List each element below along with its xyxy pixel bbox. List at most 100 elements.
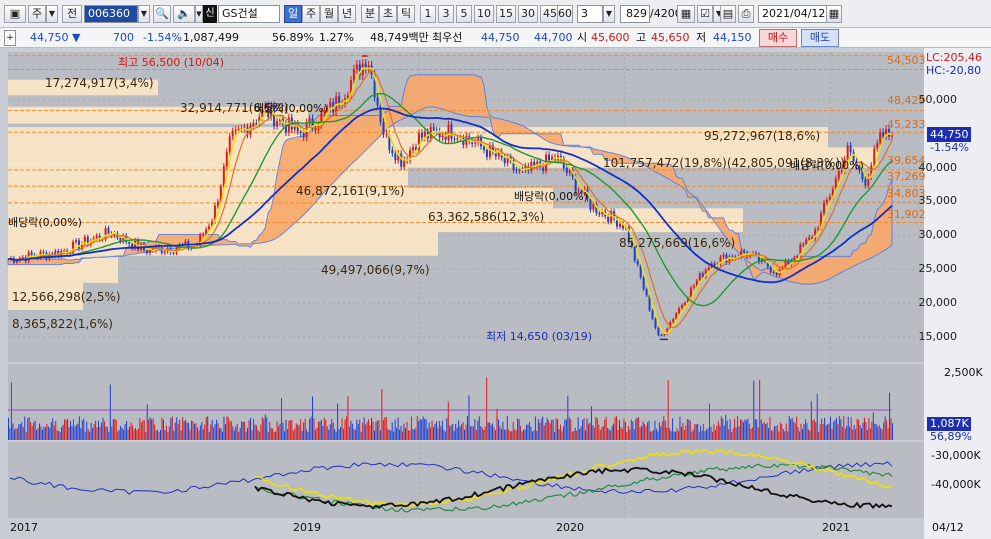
interval-1[interactable]: 1 bbox=[420, 5, 436, 23]
candle-body bbox=[483, 146, 485, 150]
vp-label-10: 8,365,822(1,6%) bbox=[12, 317, 113, 331]
high-label: 고 bbox=[636, 31, 647, 44]
checkbox-icon[interactable]: ☑ bbox=[697, 5, 713, 23]
interval-5[interactable]: 5 bbox=[456, 5, 472, 23]
volume-bar bbox=[543, 425, 545, 440]
vp-label-8: 49,497,066(9,7%) bbox=[321, 263, 430, 277]
volume-bar bbox=[379, 430, 381, 440]
candle-body bbox=[302, 133, 305, 138]
volume-bar bbox=[409, 430, 411, 440]
candle-body bbox=[231, 131, 234, 137]
volume-bar bbox=[856, 418, 858, 440]
sell-button[interactable]: 매도 bbox=[801, 29, 839, 47]
volume-bar bbox=[828, 423, 830, 440]
volume-bar bbox=[742, 422, 744, 440]
volume-bar bbox=[126, 421, 128, 440]
volume-bar bbox=[813, 419, 815, 440]
tab-tick[interactable]: 틱 bbox=[397, 5, 415, 23]
volume-bar bbox=[782, 429, 784, 440]
speaker-dropdown-icon[interactable]: ▼ bbox=[195, 5, 203, 23]
volume-bar bbox=[537, 419, 539, 440]
volume-bar bbox=[67, 419, 69, 440]
menu-icon[interactable]: ▣ bbox=[4, 5, 26, 23]
tab-daily[interactable]: 일 bbox=[284, 5, 302, 23]
interval-dropdown-icon[interactable]: ▼ bbox=[603, 5, 615, 23]
volume-bar bbox=[649, 431, 651, 440]
volume-bar bbox=[875, 424, 877, 440]
volume-bar bbox=[378, 420, 380, 440]
volume-pct-tag: 56,89% bbox=[930, 430, 972, 443]
stock-chart[interactable]: 17,274,917(3,4%) 32,914,771(6,5%) 95,272… bbox=[0, 48, 991, 539]
volume-bar bbox=[613, 423, 615, 440]
volume-bar bbox=[247, 427, 249, 440]
stock-code-input[interactable]: 006360 bbox=[84, 5, 138, 23]
volume-bar bbox=[546, 418, 548, 440]
volume-bar bbox=[580, 426, 582, 440]
volume-bar bbox=[232, 426, 234, 440]
tab-yearly[interactable]: 년 bbox=[338, 5, 356, 23]
volume-bar bbox=[65, 419, 67, 440]
volume-bar bbox=[295, 423, 297, 440]
interval-select[interactable]: 3 bbox=[577, 5, 603, 23]
volume-bar bbox=[297, 424, 299, 440]
volume-bar bbox=[120, 425, 122, 440]
candle-body bbox=[657, 328, 660, 336]
market-button[interactable]: 주 bbox=[28, 5, 46, 23]
print-icon[interactable]: ⎙ bbox=[738, 5, 754, 23]
volume-bar bbox=[103, 421, 105, 440]
volume-bar bbox=[832, 421, 834, 440]
volume-bar bbox=[25, 431, 27, 440]
save-icon[interactable]: ▤ bbox=[720, 5, 736, 23]
volume-bar bbox=[410, 416, 412, 440]
volume-bar bbox=[260, 424, 262, 440]
volume-bar bbox=[502, 421, 504, 440]
interval-60[interactable]: 60 bbox=[557, 5, 573, 23]
interval-30[interactable]: 30 bbox=[518, 5, 538, 23]
best-ask-label: 최우선 bbox=[432, 31, 463, 44]
tab-monthly[interactable]: 월 bbox=[320, 5, 338, 23]
volume-bar bbox=[250, 417, 252, 440]
search-icon[interactable]: 🔍 bbox=[153, 5, 171, 23]
volume-bar bbox=[872, 412, 874, 440]
calendar-icon[interactable]: ▦ bbox=[826, 5, 842, 23]
data-count-input[interactable]: 829 bbox=[620, 5, 650, 23]
candle-body bbox=[450, 124, 453, 139]
vp-label-3: 95,272,967(18,6%) bbox=[704, 129, 821, 143]
volume-bar bbox=[313, 418, 315, 440]
volume-bar bbox=[134, 428, 136, 440]
market-dropdown-icon[interactable]: ▼ bbox=[46, 5, 58, 23]
high-annotation: 최고 56,500 (10/04) bbox=[118, 56, 225, 69]
expand-icon[interactable]: + bbox=[4, 30, 16, 46]
interval-10[interactable]: 10 bbox=[474, 5, 494, 23]
volume-bar bbox=[624, 422, 626, 440]
tab-second[interactable]: 초 bbox=[379, 5, 397, 23]
volume-bar bbox=[92, 427, 94, 440]
volume-bar bbox=[80, 428, 82, 440]
volume-bar bbox=[806, 423, 808, 440]
volume-bar bbox=[884, 416, 886, 440]
jeon-button[interactable]: 전 bbox=[62, 5, 82, 23]
volume-bar bbox=[139, 418, 141, 440]
volume-bar bbox=[722, 418, 724, 440]
volume-bar bbox=[22, 427, 24, 440]
volume-bar bbox=[71, 425, 73, 440]
code-dropdown-icon[interactable]: ▼ bbox=[138, 5, 150, 23]
volume-bar bbox=[109, 384, 111, 440]
candle-body bbox=[701, 273, 704, 277]
candle-body bbox=[488, 145, 491, 157]
speaker-icon[interactable]: 🔈 bbox=[173, 5, 195, 23]
buy-button[interactable]: 매수 bbox=[759, 29, 797, 47]
tab-weekly[interactable]: 주 bbox=[302, 5, 320, 23]
volume-bar bbox=[745, 420, 747, 440]
volume-bar bbox=[397, 417, 399, 440]
volume-bar bbox=[216, 419, 218, 440]
interval-3[interactable]: 3 bbox=[438, 5, 454, 23]
tab-minute[interactable]: 분 bbox=[361, 5, 379, 23]
volume-bar bbox=[810, 401, 812, 440]
date-input[interactable]: 2021/04/12 bbox=[758, 5, 828, 23]
grid-icon[interactable]: ▦ bbox=[677, 5, 695, 23]
volume-bar bbox=[230, 421, 232, 440]
volume-bar bbox=[787, 431, 789, 440]
volume-bar bbox=[815, 422, 817, 440]
interval-15[interactable]: 15 bbox=[496, 5, 516, 23]
